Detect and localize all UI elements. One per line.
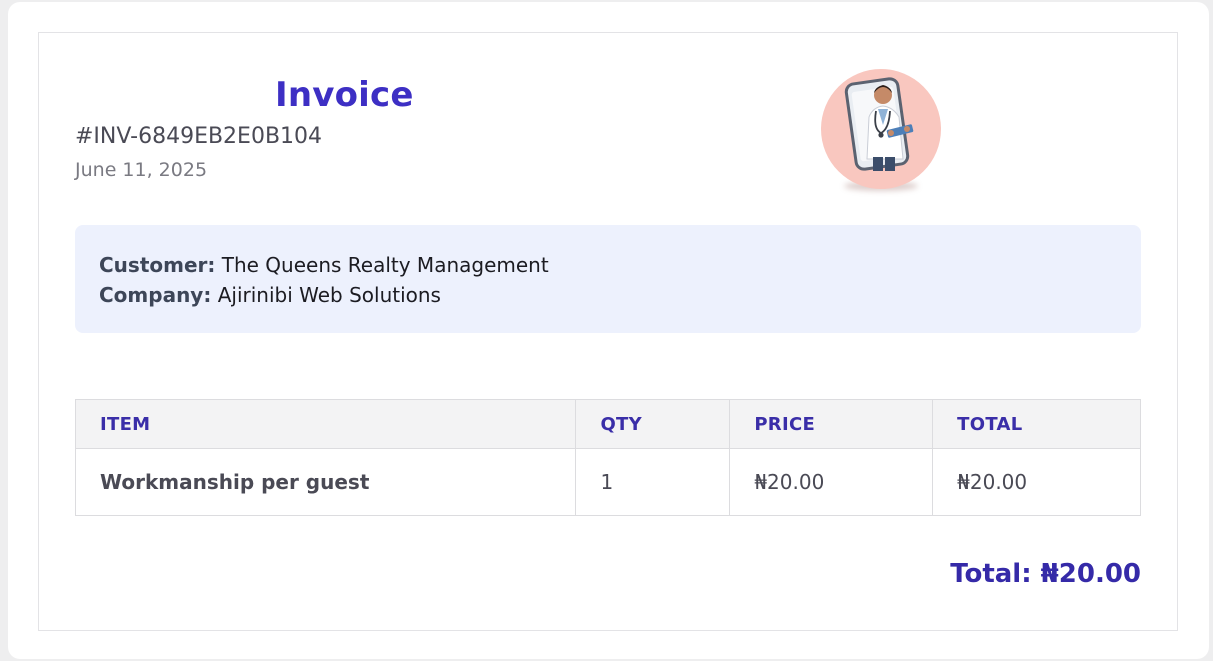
doctor-phone-icon <box>844 77 914 171</box>
cell-price: ₦20.00 <box>729 448 934 516</box>
company-row: Company: Ajirinibi Web Solutions <box>99 283 441 307</box>
customer-row: Customer: The Queens Realty Management <box>99 253 549 277</box>
company-logo-image <box>821 69 941 189</box>
page-card: Invoice #INV-6849EB2E0B104 June 11, 2025 <box>8 2 1209 659</box>
cell-total: ₦20.00 <box>932 448 1141 516</box>
invoice-number: #INV-6849EB2E0B104 <box>75 124 323 149</box>
invoice-date: June 11, 2025 <box>75 159 208 181</box>
cell-qty: 1 <box>575 448 731 516</box>
company-label: Company: <box>99 283 212 307</box>
customer-info-panel: Customer: The Queens Realty Management C… <box>75 225 1141 333</box>
table-header-row: ITEM QTY PRICE TOTAL <box>74 399 1141 449</box>
invoice-container: Invoice #INV-6849EB2E0B104 June 11, 2025 <box>38 32 1178 631</box>
customer-name: The Queens Realty Management <box>221 253 549 277</box>
grand-total: Total: ₦20.00 <box>950 559 1141 589</box>
column-header-total: TOTAL <box>932 399 1141 449</box>
table-row: Workmanship per guest 1 ₦20.00 ₦20.00 <box>74 448 1141 516</box>
company-name: Ajirinibi Web Solutions <box>217 283 441 307</box>
invoice-title: Invoice <box>275 75 414 115</box>
column-header-price: PRICE <box>729 399 934 449</box>
column-header-item: ITEM <box>74 399 577 449</box>
items-table: ITEM QTY PRICE TOTAL Workmanship per gue… <box>74 399 1141 516</box>
customer-label: Customer: <box>99 253 216 277</box>
cell-item: Workmanship per guest <box>74 448 577 516</box>
column-header-qty: QTY <box>575 399 731 449</box>
